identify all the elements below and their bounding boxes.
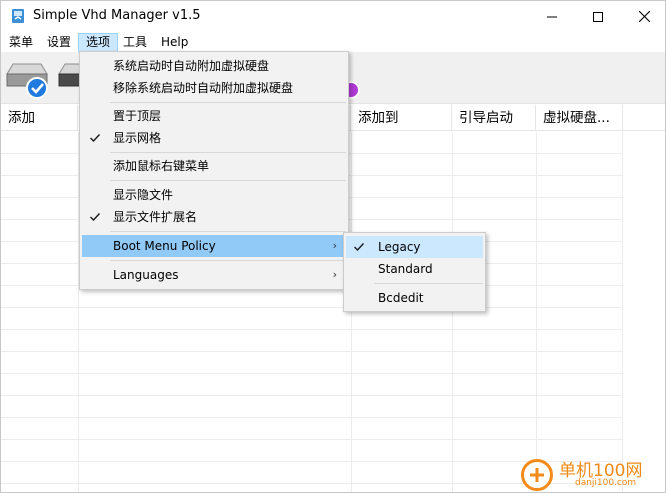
grid-row-line (1, 351, 623, 352)
checkmark-icon (90, 134, 101, 143)
watermark-plus-icon (521, 459, 553, 491)
window-title: Simple Vhd Manager v1.5 (33, 8, 201, 23)
options-dropdown-menu: 系统启动时自动附加虚拟硬盘 移除系统启动时自动附加虚拟硬盘 置于顶层 显示网格 … (79, 51, 349, 290)
menu-item-auto-attach[interactable]: 系统启动时自动附加虚拟硬盘 (82, 55, 346, 77)
menu-item-label: Languages (113, 268, 179, 282)
menu-item-label: 显示隐文件 (113, 188, 174, 202)
menu-bar: 菜单 设置 选项 工具 Help (1, 32, 665, 52)
column-header-boot[interactable]: 引导启动 (452, 105, 536, 131)
grid-row-line (1, 395, 623, 396)
app-icon (12, 9, 24, 23)
grid-row-line (1, 307, 623, 308)
grid-column-line (536, 132, 537, 492)
watermark-domain: danji100.com (575, 478, 637, 488)
menu-item-context-menu[interactable]: 添加鼠标右键菜单 (82, 155, 346, 177)
menu-item-label: 系统启动时自动附加虚拟硬盘 (113, 59, 270, 73)
submenu-item-label: Bcdedit (378, 291, 424, 305)
menu-item-show-extensions[interactable]: 显示文件扩展名 (82, 206, 346, 228)
submenu-item-standard[interactable]: Standard (346, 258, 483, 280)
watermark-logo: 单机100网 danji100.com (515, 453, 665, 492)
menu-item-label: 置于顶层 (113, 109, 162, 123)
title-bar: Simple Vhd Manager v1.5 (1, 1, 665, 32)
column-header-attach-to[interactable]: 添加到 (351, 105, 452, 131)
minimize-icon (547, 16, 557, 17)
menu-settings[interactable]: 设置 (40, 33, 78, 52)
menu-file[interactable]: 菜单 (2, 33, 40, 52)
boot-policy-submenu: Legacy Standard Bcdedit (343, 232, 486, 312)
disk-add-check-icon (6, 63, 48, 99)
menu-options[interactable]: 选项 (78, 33, 119, 52)
checkmark-icon (354, 243, 365, 252)
grid-column-line (622, 132, 623, 492)
app-window: Simple Vhd Manager v1.5 菜单 设置 选项 工具 Help (0, 0, 666, 493)
menu-separator (110, 102, 346, 103)
maximize-button[interactable] (575, 1, 621, 32)
checkmark-icon (90, 213, 101, 222)
minimize-button[interactable] (529, 1, 575, 32)
submenu-item-bcdedit[interactable]: Bcdedit (346, 287, 483, 309)
menu-item-remove-auto-attach[interactable]: 移除系统启动时自动附加虚拟硬盘 (82, 77, 346, 99)
chevron-right-icon: › (332, 239, 337, 252)
menu-item-languages[interactable]: Languages › (82, 264, 346, 286)
menu-item-boot-menu-policy[interactable]: Boot Menu Policy › (82, 235, 346, 257)
grid-column-line (452, 132, 453, 492)
close-button[interactable] (621, 1, 665, 32)
menu-item-label: 显示网格 (113, 131, 162, 145)
submenu-item-label: Standard (378, 262, 433, 276)
menu-item-label: 添加鼠标右键菜单 (113, 159, 210, 173)
menu-separator (374, 283, 483, 284)
maximize-icon (593, 11, 603, 22)
chevron-right-icon: › (332, 268, 337, 281)
grid-row-line (1, 373, 623, 374)
menu-separator (110, 231, 346, 232)
grid-row-line (1, 439, 623, 440)
menu-separator (110, 180, 346, 181)
menu-item-label: 移除系统启动时自动附加虚拟硬盘 (113, 81, 294, 95)
menu-item-label: 显示文件扩展名 (113, 210, 198, 224)
menu-item-always-on-top[interactable]: 置于顶层 (82, 105, 346, 127)
grid-row-line (1, 329, 623, 330)
menu-item-show-grid[interactable]: 显示网格 (82, 127, 346, 149)
menu-help[interactable]: Help (154, 33, 195, 52)
grid-column-line (351, 132, 352, 492)
menu-item-label: Boot Menu Policy (113, 239, 216, 253)
close-icon (638, 11, 650, 22)
column-header-add[interactable]: 添加 (1, 105, 78, 131)
toolbar-add-button[interactable] (3, 56, 49, 100)
menu-tools[interactable]: 工具 (116, 33, 154, 52)
menu-item-show-hidden[interactable]: 显示隐文件 (82, 184, 346, 206)
column-header-vhd[interactable]: 虚拟硬盘... (536, 105, 623, 131)
menu-separator (110, 260, 346, 261)
submenu-item-legacy[interactable]: Legacy (346, 236, 483, 258)
menu-separator (110, 152, 346, 153)
submenu-item-label: Legacy (378, 240, 421, 254)
grid-row-line (1, 417, 623, 418)
